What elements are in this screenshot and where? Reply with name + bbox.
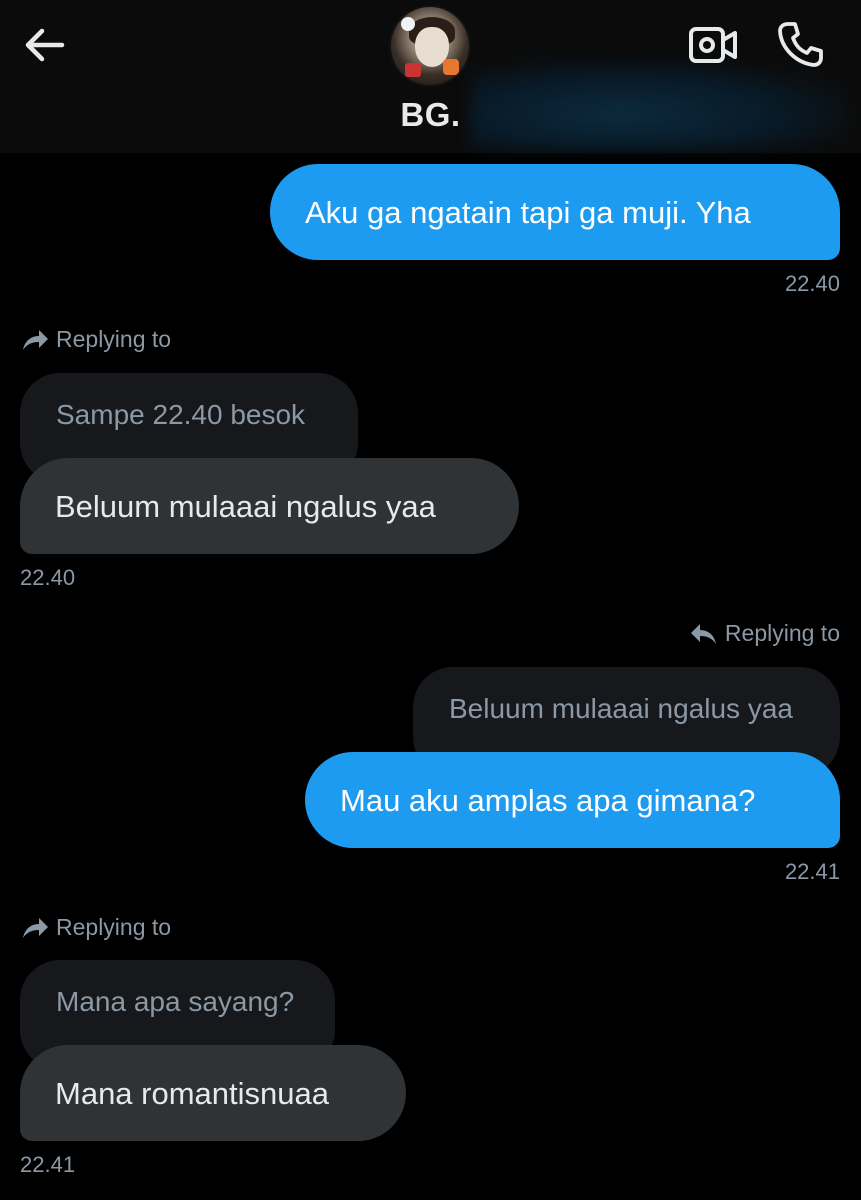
phone-icon[interactable] <box>776 20 824 68</box>
replying-to-label[interactable]: Replying to <box>20 914 171 941</box>
message-bubble-received[interactable]: Beluum mulaaai ngalus yaa <box>20 458 519 554</box>
quoted-text: Beluum mulaaai ngalus yaa <box>449 693 793 724</box>
video-call-icon[interactable] <box>688 24 738 66</box>
replying-to-text: Replying to <box>724 620 840 646</box>
avatar[interactable] <box>389 5 471 87</box>
message-bubble-sent[interactable]: Mau aku amplas apa gimana? <box>305 752 840 848</box>
quoted-text: Mana apa sayang? <box>56 986 295 1017</box>
avatar-sticker <box>405 63 421 77</box>
message-text: Aku ga ngatain tapi ga muji. Yha <box>305 194 751 230</box>
replying-to-text: Replying to <box>56 914 172 940</box>
message-timestamp: 22.41 <box>20 1152 76 1177</box>
message-timestamp: 22.41 <box>784 859 840 884</box>
message-text: Mana romantisnuaa <box>55 1075 329 1111</box>
message-bubble-received[interactable]: Mana romantisnuaa <box>20 1045 406 1141</box>
reply-arrow-icon <box>23 917 48 938</box>
message-text: Beluum mulaaai ngalus yaa <box>55 488 436 524</box>
replying-to-label[interactable]: Replying to <box>20 326 171 353</box>
message-bubble-sent[interactable]: Aku ga ngatain tapi ga muji. Yha <box>270 164 840 260</box>
conversation-title[interactable]: BG. <box>0 96 861 134</box>
replying-to-text: Replying to <box>56 326 172 352</box>
message-timestamp: 22.40 <box>20 565 76 590</box>
message-text: Mau aku amplas apa gimana? <box>340 782 756 818</box>
chat-header: BG. <box>0 0 861 153</box>
message-timestamp: 22.40 <box>784 271 840 296</box>
quoted-text: Sampe 22.40 besok <box>56 399 306 430</box>
reply-arrow-icon <box>690 623 716 644</box>
avatar-sticker <box>401 17 415 31</box>
arrow-left-icon[interactable] <box>22 22 68 68</box>
reply-arrow-icon <box>23 329 48 350</box>
replying-to-label[interactable]: Replying to <box>689 620 840 647</box>
avatar-sticker <box>443 59 459 75</box>
